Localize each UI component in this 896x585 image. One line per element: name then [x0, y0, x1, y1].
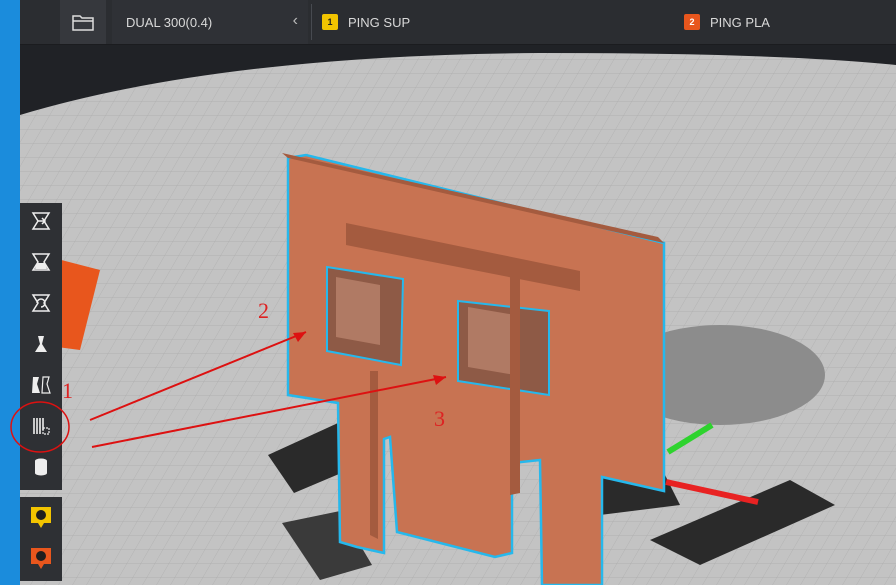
support-blocker-button[interactable]	[23, 408, 59, 444]
move-icon	[31, 212, 51, 230]
extruder2-label: PING PLA	[710, 14, 770, 30]
support-blocker-icon	[33, 418, 50, 435]
extruder1-label: PING SUP	[348, 14, 411, 30]
scale-icon	[31, 253, 51, 271]
left-toolbar	[20, 203, 62, 490]
rotate-icon	[31, 294, 51, 312]
extruder2-badge: 2	[684, 14, 700, 30]
cura-window: DUAL 300(0.4) ‹ 1 PING SUP 2 PING PLA 1 …	[0, 0, 896, 585]
extruder1-icon	[31, 507, 51, 528]
printer-label: DUAL 300(0.4)	[126, 14, 213, 30]
build-plate-viewport[interactable]	[20, 45, 896, 585]
cylinder-tool-button[interactable]	[23, 449, 59, 485]
cylinder-icon	[35, 458, 47, 476]
annotation-label-2: 2	[258, 298, 269, 323]
annotation-label-3: 3	[434, 406, 445, 431]
per-model-settings-button[interactable]	[23, 367, 59, 403]
top-bar: DUAL 300(0.4) ‹ 1 PING SUP 2 PING PLA	[20, 0, 896, 45]
printer-selector[interactable]: DUAL 300(0.4) ‹	[112, 0, 308, 44]
mirror-icon	[35, 336, 47, 352]
extruder2-icon	[31, 548, 51, 569]
move-tool-button[interactable]	[23, 203, 59, 239]
extruder-toolbar	[20, 497, 62, 581]
extruder1-badge: 1	[322, 14, 338, 30]
per-model-settings-icon	[32, 376, 51, 394]
rotate-tool-button[interactable]	[23, 285, 59, 321]
window-edge-strip	[0, 0, 20, 585]
open-file-button[interactable]	[60, 0, 106, 44]
scale-tool-button[interactable]	[23, 244, 59, 280]
divider	[311, 4, 312, 40]
mirror-tool-button[interactable]	[23, 326, 59, 362]
extruder2-button[interactable]	[23, 541, 59, 577]
chevron-left-icon: ‹	[292, 12, 298, 29]
extruder1-selector[interactable]: 1 PING SUP	[322, 0, 410, 44]
extruder1-button[interactable]	[23, 500, 59, 536]
annotation-label-1: 1	[62, 378, 73, 403]
extruder2-selector[interactable]: 2 PING PLA	[684, 0, 770, 44]
folder-icon	[72, 15, 94, 31]
